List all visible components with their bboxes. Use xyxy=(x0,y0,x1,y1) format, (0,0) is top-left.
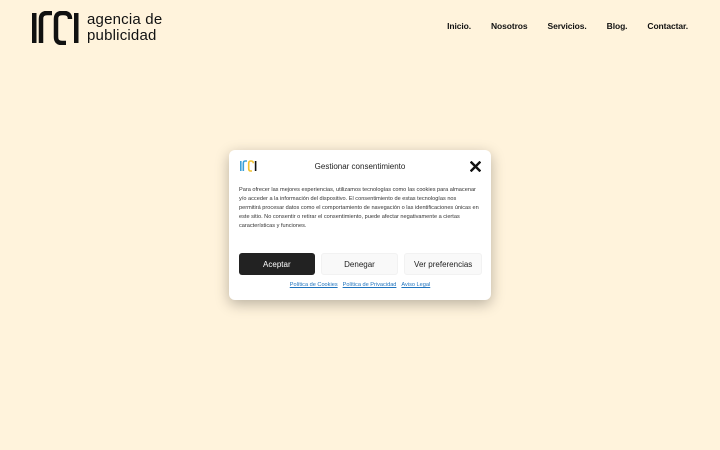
site-logo[interactable]: agencia de publicidad xyxy=(32,10,162,46)
consent-links: Política de Cookies Política de Privacid… xyxy=(229,282,491,288)
cookie-policy-link[interactable]: Política de Cookies xyxy=(290,282,338,288)
accept-button[interactable]: Aceptar xyxy=(239,253,315,275)
privacy-policy-link[interactable]: Política de Privacidad xyxy=(343,282,397,288)
logo-text-line1: agencia de xyxy=(87,11,163,28)
consent-buttons: Aceptar Denegar Ver preferencias xyxy=(239,253,483,275)
deny-button[interactable]: Denegar xyxy=(320,253,399,275)
brand-logo-icon xyxy=(32,11,79,45)
consent-title: Gestionar consentimiento xyxy=(314,162,406,171)
site-header: agencia de publicidad Inicio. Nosotros S… xyxy=(0,0,720,56)
legal-notice-link[interactable]: Aviso Legal xyxy=(401,282,430,288)
nav-item-blog[interactable]: Blog. xyxy=(607,21,628,31)
view-preferences-button[interactable]: Ver preferencias xyxy=(404,253,483,275)
nav-item-servicios[interactable]: Servicios. xyxy=(548,21,587,31)
nav-item-nosotros[interactable]: Nosotros xyxy=(491,21,528,31)
consent-modal-header: Gestionar consentimiento xyxy=(229,150,491,182)
consent-modal: Gestionar consentimiento Para ofrecer la… xyxy=(229,150,491,300)
close-x-icon[interactable] xyxy=(470,161,481,172)
logo-text-line2: publicidad xyxy=(87,27,157,44)
nav-item-contactar[interactable]: Contactar. xyxy=(647,21,688,31)
main-nav: Inicio. Nosotros Servicios. Blog. Contac… xyxy=(447,21,688,31)
nav-item-inicio[interactable]: Inicio. xyxy=(447,21,471,31)
consent-description: Para ofrecer las mejores experiencias, u… xyxy=(239,187,479,229)
logo-text: agencia de publicidad xyxy=(87,12,162,44)
